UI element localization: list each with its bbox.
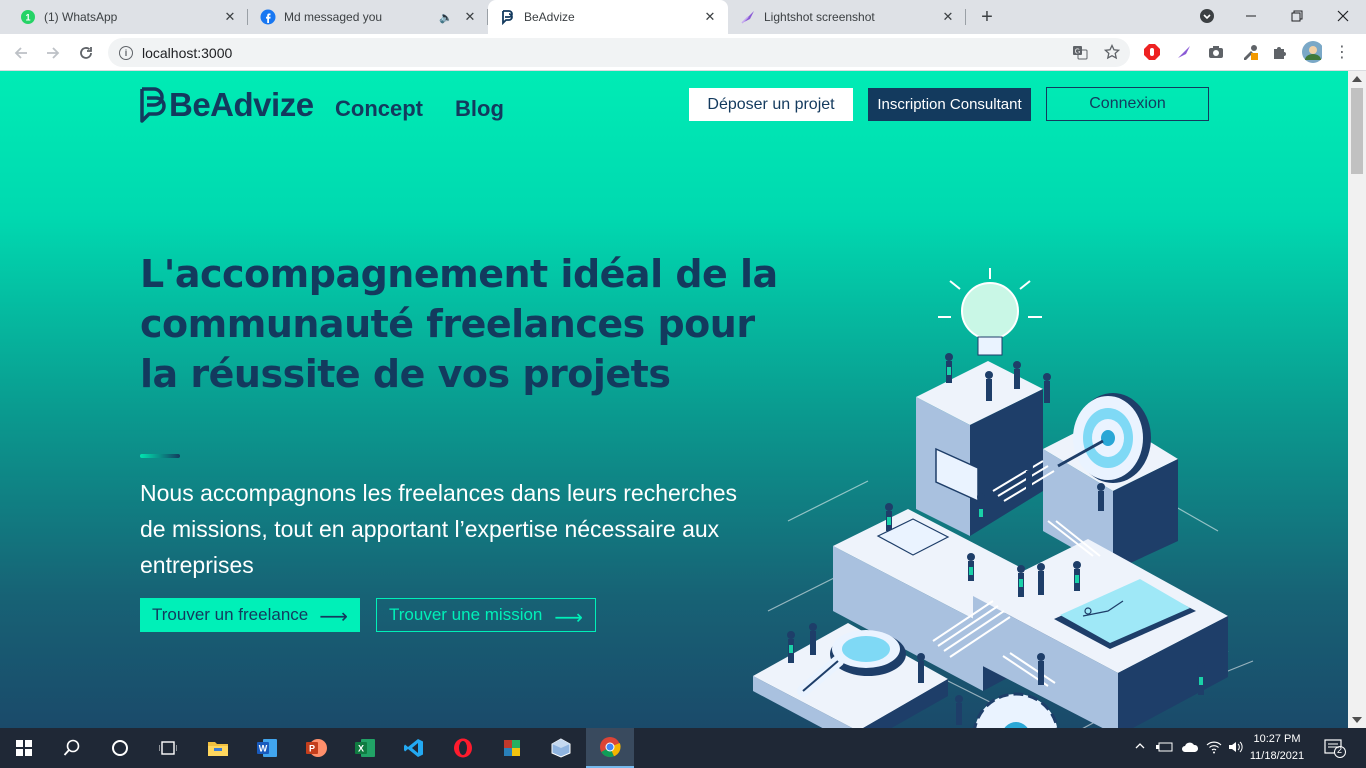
lightshot-icon bbox=[740, 9, 756, 25]
translate-icon[interactable]: G bbox=[1070, 42, 1090, 62]
vscode-icon[interactable] bbox=[390, 728, 438, 768]
tab-lightshot[interactable]: Lightshot screenshot ✕ bbox=[728, 0, 966, 34]
task-view-icon[interactable] bbox=[144, 728, 192, 768]
svg-text:W: W bbox=[259, 744, 268, 754]
virtualbox-icon[interactable] bbox=[537, 728, 585, 768]
tab-title: Lightshot screenshot bbox=[764, 10, 875, 24]
scroll-down-icon[interactable] bbox=[1352, 717, 1362, 723]
hero-illustration bbox=[753, 268, 1254, 728]
lightbulb-icon bbox=[938, 268, 1042, 356]
find-freelance-button[interactable]: Trouver un freelance ⟶ bbox=[140, 598, 360, 632]
opera-icon[interactable] bbox=[439, 728, 487, 768]
minimize-icon[interactable] bbox=[1228, 0, 1274, 32]
speaker-icon[interactable]: 🔈 bbox=[436, 7, 456, 27]
close-icon[interactable]: ✕ bbox=[938, 7, 958, 27]
windows-start-icon[interactable] bbox=[0, 728, 48, 768]
clock-date: 11/18/2021 bbox=[1249, 750, 1305, 762]
extensions-puzzle-icon[interactable] bbox=[1270, 42, 1290, 62]
tab-title: BeAdvize bbox=[524, 10, 575, 24]
close-icon[interactable]: ✕ bbox=[220, 7, 240, 27]
site-logo[interactable]: BeAdvize bbox=[139, 86, 314, 124]
tab-title: (1) WhatsApp bbox=[44, 10, 118, 24]
svg-text:1: 1 bbox=[25, 13, 30, 23]
hero-title: L'accompagnement idéal de la communauté … bbox=[140, 252, 778, 396]
bookmark-star-icon[interactable] bbox=[1102, 42, 1122, 62]
forward-icon[interactable] bbox=[40, 40, 66, 66]
scroll-up-icon[interactable] bbox=[1352, 76, 1362, 82]
tab-beadvize[interactable]: BeAdvize ✕ bbox=[488, 0, 728, 34]
back-icon[interactable] bbox=[8, 40, 34, 66]
nav-concept[interactable]: Concept bbox=[335, 96, 423, 122]
deposit-project-button[interactable]: Déposer un projet bbox=[689, 88, 853, 121]
svg-text:X: X bbox=[358, 744, 364, 754]
file-explorer-icon[interactable] bbox=[194, 728, 242, 768]
system-clock[interactable]: 10:27 PM 11/18/2021 bbox=[1246, 731, 1308, 765]
tab-facebook[interactable]: Md messaged you 🔈 ✕ bbox=[248, 0, 488, 34]
lightshot-extension-icon[interactable] bbox=[1174, 42, 1194, 62]
reload-icon[interactable] bbox=[73, 40, 99, 66]
camera-icon[interactable] bbox=[1206, 42, 1226, 62]
wifi-icon[interactable] bbox=[1206, 740, 1222, 757]
svg-text:P: P bbox=[309, 744, 315, 754]
powerpoint-icon[interactable]: P bbox=[292, 728, 340, 768]
close-icon[interactable]: ✕ bbox=[460, 7, 480, 27]
tab-whatsapp[interactable]: 1 (1) WhatsApp ✕ bbox=[8, 0, 248, 34]
facebook-icon bbox=[260, 9, 276, 25]
search-icon[interactable] bbox=[48, 728, 96, 768]
find-mission-label: Trouver une mission bbox=[389, 605, 543, 624]
beadvize-logo-icon bbox=[140, 87, 166, 123]
whatsapp-icon: 1 bbox=[20, 9, 36, 25]
login-button[interactable]: Connexion bbox=[1046, 87, 1209, 121]
avatar[interactable] bbox=[1302, 41, 1322, 63]
address-bar[interactable]: i localhost:3000 bbox=[108, 38, 1130, 67]
cortana-icon[interactable] bbox=[96, 728, 144, 768]
restore-icon[interactable] bbox=[1274, 0, 1320, 32]
close-icon[interactable]: ✕ bbox=[700, 7, 720, 27]
chrome-icon[interactable] bbox=[586, 728, 634, 768]
eyedropper-icon[interactable] bbox=[1240, 42, 1260, 62]
find-mission-button[interactable]: Trouver une mission ⟶ bbox=[376, 598, 596, 632]
tab-search-icon[interactable] bbox=[1184, 0, 1230, 32]
nav-blog[interactable]: Blog bbox=[455, 96, 504, 122]
volume-icon[interactable] bbox=[1228, 740, 1244, 757]
find-freelance-label: Trouver un freelance bbox=[152, 605, 309, 624]
beadvize-icon bbox=[500, 9, 516, 25]
arrow-right-icon: ⟶ bbox=[554, 607, 583, 629]
tab-title: Md messaged you bbox=[284, 10, 383, 24]
notifications-icon[interactable]: 2 bbox=[1324, 738, 1346, 761]
winrar-icon[interactable] bbox=[488, 728, 536, 768]
tray-chevron-icon[interactable] bbox=[1134, 740, 1146, 755]
beadvize-page: BeAdvize Concept Blog Déposer un projet … bbox=[0, 71, 1348, 728]
excel-icon[interactable]: X bbox=[341, 728, 389, 768]
hero-accent-line bbox=[140, 454, 180, 458]
word-icon[interactable]: W bbox=[243, 728, 291, 768]
scrollbar-thumb[interactable] bbox=[1351, 88, 1363, 174]
tab-strip: 1 (1) WhatsApp ✕ Md messaged you 🔈 ✕ BeA… bbox=[0, 0, 1366, 34]
adblock-icon[interactable] bbox=[1142, 42, 1162, 62]
gears-icon bbox=[973, 692, 1059, 728]
new-tab-button[interactable]: + bbox=[976, 6, 998, 28]
consultant-signup-button[interactable]: Inscription Consultant bbox=[868, 88, 1031, 121]
url-text: localhost:3000 bbox=[142, 44, 233, 61]
page-scrollbar[interactable] bbox=[1348, 71, 1366, 728]
menu-dots-icon[interactable]: ⋮ bbox=[1332, 42, 1352, 62]
browser-toolbar: i localhost:3000 G ⋮ bbox=[0, 34, 1366, 71]
logo-text: BeAdvize bbox=[169, 86, 314, 123]
onedrive-cloud-icon[interactable] bbox=[1181, 740, 1199, 757]
close-window-icon[interactable] bbox=[1320, 0, 1366, 32]
arrow-right-icon: ⟶ bbox=[319, 606, 348, 628]
hero-subtitle: Nous accompagnons les freelances dans le… bbox=[140, 480, 738, 578]
clock-time: 10:27 PM bbox=[1253, 733, 1301, 745]
battery-icon[interactable] bbox=[1156, 740, 1174, 757]
windows-taskbar: W P X 10:27 PM 11/18/2021 2 bbox=[0, 728, 1366, 768]
info-icon[interactable]: i bbox=[119, 45, 133, 60]
notifications-count: 2 bbox=[1337, 745, 1343, 755]
